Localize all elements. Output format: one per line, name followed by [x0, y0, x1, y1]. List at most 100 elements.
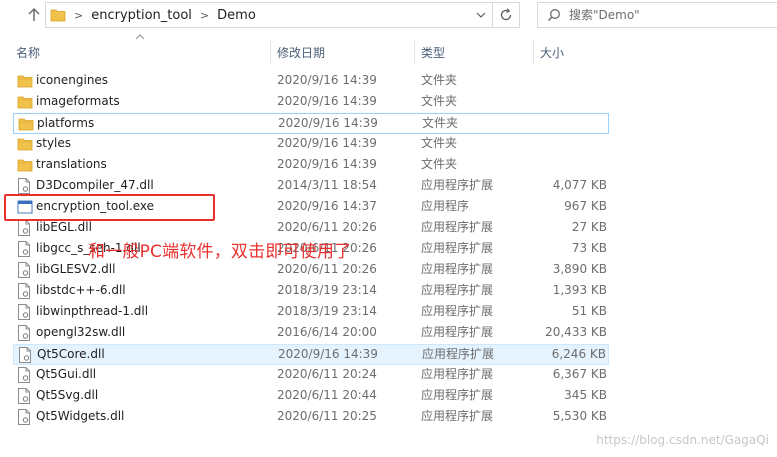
breadcrumb-separator-icon: > — [199, 8, 210, 22]
file-name: libstdc++-6.dll — [36, 283, 126, 297]
file-size: 345 KB — [564, 388, 607, 402]
search-input[interactable] — [569, 8, 749, 22]
highlight-box — [4, 194, 215, 221]
file-type: 应用程序 — [421, 199, 470, 213]
file-type: 应用程序扩展 — [421, 388, 494, 402]
file-row[interactable]: libstdc++-6.dll 2018/3/19 23:14 应用程序扩展 1,39… — [13, 281, 609, 302]
file-row[interactable]: Qt5Svg.dll 2020/6/11 20:44 应用程序扩展 345 KB — [13, 386, 609, 407]
dll-file-icon — [17, 302, 33, 321]
folder-path-icon — [50, 8, 66, 22]
file-date: 2020/6/11 20:24 — [277, 367, 377, 381]
dll-file-icon — [17, 239, 33, 258]
file-date: 2020/6/11 20:26 — [277, 262, 377, 276]
folder-icon — [17, 71, 33, 90]
file-size: 20,433 KB — [545, 325, 607, 339]
file-name: Qt5Core.dll — [37, 347, 105, 361]
file-size: 5,530 KB — [552, 409, 607, 423]
file-type: 应用程序扩展 — [421, 178, 494, 192]
dll-file-icon — [18, 345, 34, 364]
refresh-icon[interactable] — [492, 3, 519, 27]
file-size: 73 KB — [571, 241, 607, 255]
file-type: 应用程序扩展 — [422, 347, 495, 361]
address-history-chevron-down-icon[interactable] — [471, 3, 491, 27]
breadcrumb-demo[interactable]: Demo — [217, 8, 256, 23]
file-name: platforms — [37, 116, 95, 130]
file-row[interactable]: iconengines 2020/9/16 14:39 文件夹 — [13, 71, 609, 92]
file-name: libGLESV2.dll — [36, 262, 116, 276]
file-name: D3Dcompiler_47.dll — [36, 178, 154, 192]
file-name: imageformats — [36, 94, 120, 108]
file-size: 3,890 KB — [552, 262, 607, 276]
file-date: 2016/6/14 20:00 — [277, 325, 377, 339]
address-bar[interactable]: > encryption_tool > Demo — [45, 2, 520, 28]
folder-icon — [18, 114, 34, 133]
file-name: libwinpthread-1.dll — [36, 304, 149, 318]
search-box[interactable] — [537, 2, 777, 28]
file-date: 2018/3/19 23:14 — [277, 304, 377, 318]
annotation-text: 和一般PC端软件，双击即可使用了 — [88, 242, 352, 262]
column-header-size[interactable]: 大小 — [534, 40, 624, 64]
file-type: 应用程序扩展 — [421, 409, 494, 423]
file-type: 应用程序扩展 — [421, 304, 494, 318]
file-name: styles — [36, 136, 72, 150]
file-name: Qt5Gui.dll — [36, 367, 97, 381]
file-type: 应用程序扩展 — [421, 283, 494, 297]
breadcrumb-encryption-tool[interactable]: encryption_tool — [91, 8, 192, 23]
file-row[interactable]: opengl32sw.dll 2016/6/14 20:00 应用程序扩展 20,43… — [13, 323, 609, 344]
file-name: Qt5Widgets.dll — [36, 409, 125, 423]
column-header-name[interactable]: 名称 — [10, 40, 271, 64]
file-row[interactable]: platforms 2020/9/16 14:39 文件夹 — [13, 113, 609, 134]
file-row[interactable]: libGLESV2.dll 2020/6/11 20:26 应用程序扩展 3,890 … — [13, 260, 609, 281]
column-header-type[interactable]: 类型 — [415, 40, 534, 64]
file-date: 2018/3/19 23:14 — [277, 283, 377, 297]
dll-file-icon — [17, 323, 33, 342]
file-row[interactable]: translations 2020/9/16 14:39 文件夹 — [13, 155, 609, 176]
file-date: 2014/3/11 18:54 — [277, 178, 377, 192]
file-date: 2020/9/16 14:39 — [277, 136, 377, 150]
file-date: 2020/6/11 20:26 — [277, 220, 377, 234]
file-size: 27 KB — [571, 220, 607, 234]
file-type: 应用程序扩展 — [421, 241, 494, 255]
folder-icon — [17, 134, 33, 153]
dll-file-icon — [17, 386, 33, 405]
file-date: 2020/9/16 14:39 — [278, 347, 378, 361]
file-type: 文件夹 — [421, 73, 458, 87]
file-name: translations — [36, 157, 107, 171]
dll-file-icon — [17, 260, 33, 279]
file-name: iconengines — [36, 73, 109, 87]
breadcrumb-separator-icon: > — [74, 8, 84, 22]
file-row[interactable]: libwinpthread-1.dll 2018/3/19 23:14 应用程序扩展… — [13, 302, 609, 323]
file-date: 2020/9/16 14:39 — [278, 116, 378, 130]
file-type: 应用程序扩展 — [421, 367, 494, 381]
dll-file-icon — [17, 176, 33, 195]
file-type: 文件夹 — [421, 136, 458, 150]
file-size: 6,246 KB — [551, 347, 606, 361]
file-date: 2020/6/11 20:25 — [277, 409, 377, 423]
dll-file-icon — [17, 365, 33, 384]
file-size: 967 KB — [564, 199, 607, 213]
file-date: 2020/9/16 14:39 — [277, 73, 377, 87]
file-type: 文件夹 — [422, 116, 459, 130]
up-arrow-icon[interactable] — [24, 3, 44, 27]
dll-file-icon — [17, 407, 33, 426]
file-type: 应用程序扩展 — [421, 262, 494, 276]
file-row[interactable]: imageformats 2020/9/16 14:39 文件夹 — [13, 92, 609, 113]
folder-icon — [17, 155, 33, 174]
navigation-bar: > encryption_tool > Demo — [0, 0, 777, 32]
file-row[interactable]: libEGL.dll 2020/6/11 20:26 应用程序扩展 27 KB — [13, 218, 609, 239]
file-type: 应用程序扩展 — [421, 325, 494, 339]
folder-icon — [17, 92, 33, 111]
file-row[interactable]: styles 2020/9/16 14:39 文件夹 — [13, 134, 609, 155]
file-size: 6,367 KB — [552, 367, 607, 381]
file-name: Qt5Svg.dll — [36, 388, 99, 402]
file-row[interactable]: Qt5Gui.dll 2020/6/11 20:24 应用程序扩展 6,367 KB — [13, 365, 609, 386]
file-date: 2020/6/11 20:44 — [277, 388, 377, 402]
file-date: 2020/9/16 14:37 — [277, 199, 377, 213]
column-header-date[interactable]: 修改日期 — [271, 40, 415, 64]
file-type: 应用程序扩展 — [421, 220, 494, 234]
search-icon — [547, 8, 561, 22]
file-name: opengl32sw.dll — [36, 325, 126, 339]
file-row[interactable]: Qt5Core.dll 2020/9/16 14:39 应用程序扩展 6,246 KB — [13, 344, 609, 365]
file-size: 51 KB — [571, 304, 607, 318]
file-row[interactable]: Qt5Widgets.dll 2020/6/11 20:25 应用程序扩展 5,530… — [13, 407, 609, 428]
